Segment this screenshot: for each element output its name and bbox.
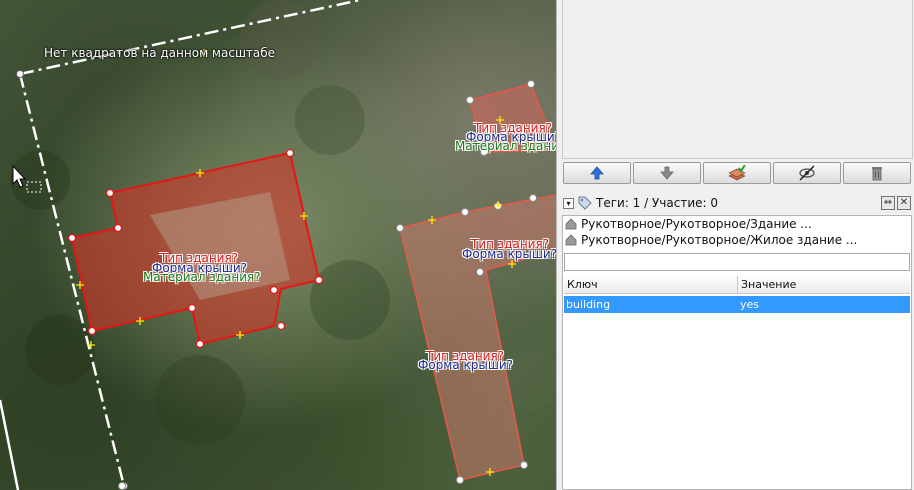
select-layers-button[interactable] bbox=[703, 162, 771, 184]
tag-key-cell[interactable]: building bbox=[564, 296, 738, 313]
pin-icon[interactable]: ⇔ bbox=[881, 196, 895, 210]
tags-panel-body: Рукотворное/Рукотворное/Здание ... Рукот… bbox=[562, 215, 912, 490]
close-icon[interactable]: ✕ bbox=[897, 196, 911, 210]
delete-button[interactable] bbox=[843, 162, 911, 184]
tags-panel-title: Теги: 1 / Участие: 0 bbox=[596, 196, 718, 210]
house-icon bbox=[565, 218, 577, 230]
list-toolbar bbox=[563, 162, 911, 184]
collapse-icon[interactable]: ▾ bbox=[563, 197, 574, 209]
arrow-down-icon bbox=[660, 166, 674, 180]
eye-slash-icon bbox=[799, 165, 815, 181]
header-controls: ⇔ ✕ bbox=[881, 196, 911, 210]
preset-label: Рукотворное/Рукотворное/Жилое здание ... bbox=[581, 233, 858, 247]
toggle-visibility-button[interactable] bbox=[773, 162, 841, 184]
boundary-node[interactable] bbox=[16, 70, 24, 78]
building-roof-label: Форма крыши? bbox=[418, 358, 513, 372]
building-roof-label: Форма крыши? bbox=[462, 247, 556, 261]
building-material-label: Материал здания? bbox=[143, 270, 261, 284]
tags-panel-header: ▾ Теги: 1 / Участие: 0 ⇔ ✕ bbox=[563, 193, 913, 213]
map-view[interactable]: Нет квадратов на данном масштабе Тип зда… bbox=[0, 0, 556, 490]
table-row[interactable]: building yes bbox=[564, 296, 910, 313]
right-panel: ▾ Теги: 1 / Участие: 0 ⇔ ✕ Рукотворное/Р… bbox=[556, 0, 914, 490]
layers-check-icon bbox=[728, 165, 746, 181]
tag-filter-input[interactable] bbox=[564, 253, 910, 271]
trash-icon bbox=[872, 167, 882, 181]
tag-value-cell[interactable]: yes bbox=[738, 296, 759, 313]
building-material-label: Материал здания bbox=[455, 139, 556, 153]
scale-message: Нет квадратов на данном масштабе bbox=[44, 46, 276, 60]
boundary-edge bbox=[0, 399, 20, 490]
selection-list[interactable] bbox=[562, 0, 913, 159]
preset-label: Рукотворное/Рукотворное/Здание ... bbox=[581, 217, 812, 231]
move-up-button[interactable] bbox=[563, 162, 631, 184]
move-down-button[interactable] bbox=[633, 162, 701, 184]
preset-link[interactable]: Рукотворное/Рукотворное/Жилое здание ... bbox=[563, 232, 911, 248]
tag-table-header: Ключ Значение bbox=[564, 276, 910, 294]
preset-link[interactable]: Рукотворное/Рукотворное/Здание ... bbox=[563, 216, 911, 232]
house-icon bbox=[565, 234, 577, 246]
tag-icon bbox=[578, 196, 592, 210]
column-header-key[interactable]: Ключ bbox=[564, 276, 738, 293]
arrow-up-icon bbox=[590, 166, 604, 180]
column-header-value[interactable]: Значение bbox=[738, 276, 796, 293]
